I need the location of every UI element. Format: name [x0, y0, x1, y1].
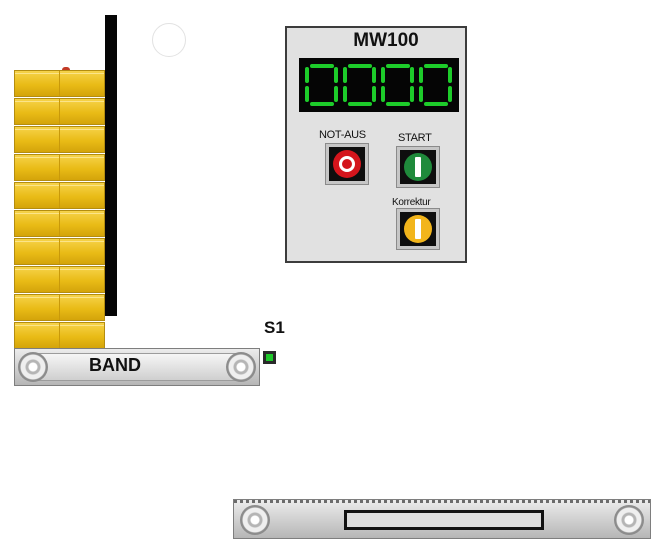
start-label: START: [398, 132, 432, 144]
display-digit: [419, 64, 453, 106]
display-segment: [386, 64, 410, 68]
control-panel: MW100 NOT-AUS START Korrektur: [285, 26, 467, 263]
box: [14, 210, 105, 237]
korrektur-button[interactable]: [396, 208, 440, 250]
roller-right: [614, 505, 644, 535]
display-segment: [381, 67, 385, 83]
display-segment: [305, 67, 309, 83]
indicator-lamp: [152, 23, 186, 57]
display-segment: [334, 86, 338, 102]
display-segment: [348, 64, 372, 68]
display-segment: [372, 86, 376, 102]
korrektur-bar-icon: [415, 219, 421, 239]
display-segment: [448, 86, 452, 102]
display-segment: [310, 64, 334, 68]
korrektur-label: Korrektur: [392, 197, 431, 208]
conveyor-lower: [233, 499, 651, 539]
display-segment: [424, 64, 448, 68]
display-segment: [419, 67, 423, 83]
display-segment: [334, 67, 338, 83]
start-bar-icon: [415, 157, 421, 177]
roller-left: [18, 352, 48, 382]
conveyor-label: BAND: [89, 355, 141, 375]
display-digit: [343, 64, 377, 106]
display-segment: [310, 102, 334, 106]
box: [14, 70, 105, 97]
display-segment: [381, 86, 385, 102]
display-segment: [343, 67, 347, 83]
display-segment: [424, 102, 448, 106]
not-aus-label: NOT-AUS: [319, 129, 366, 141]
display-digit: [381, 64, 415, 106]
stop-ring-icon: [339, 156, 355, 172]
conveyor-lower-rail: [234, 500, 650, 503]
box: [14, 294, 105, 321]
sensor-label: S1: [264, 318, 285, 337]
display-segment: [305, 86, 309, 102]
display-segment: [419, 86, 423, 102]
sensor-led: [266, 354, 273, 361]
box: [14, 126, 105, 153]
display-segment: [448, 67, 452, 83]
magazine-wall: [105, 15, 117, 316]
display-segment: [386, 102, 410, 106]
sensor-s1: [263, 351, 276, 364]
counter-display: [299, 58, 459, 112]
box: [14, 266, 105, 293]
box: [14, 322, 105, 349]
box: [14, 154, 105, 181]
panel-title: MW100: [353, 30, 419, 51]
conveyor-lower-workpiece: [344, 510, 544, 530]
roller-left: [240, 505, 270, 535]
start-button[interactable]: [396, 146, 440, 188]
box: [14, 182, 105, 209]
display-digit: [305, 64, 339, 106]
display-segment: [372, 67, 376, 83]
box-stack: [14, 70, 105, 349]
display-segment: [410, 86, 414, 102]
display-segment: [343, 86, 347, 102]
display-segment: [348, 102, 372, 106]
box: [14, 238, 105, 265]
display-segment: [410, 67, 414, 83]
box: [14, 98, 105, 125]
not-aus-button[interactable]: [325, 143, 369, 185]
conveyor-band: BAND: [14, 348, 260, 386]
roller-right: [226, 352, 256, 382]
